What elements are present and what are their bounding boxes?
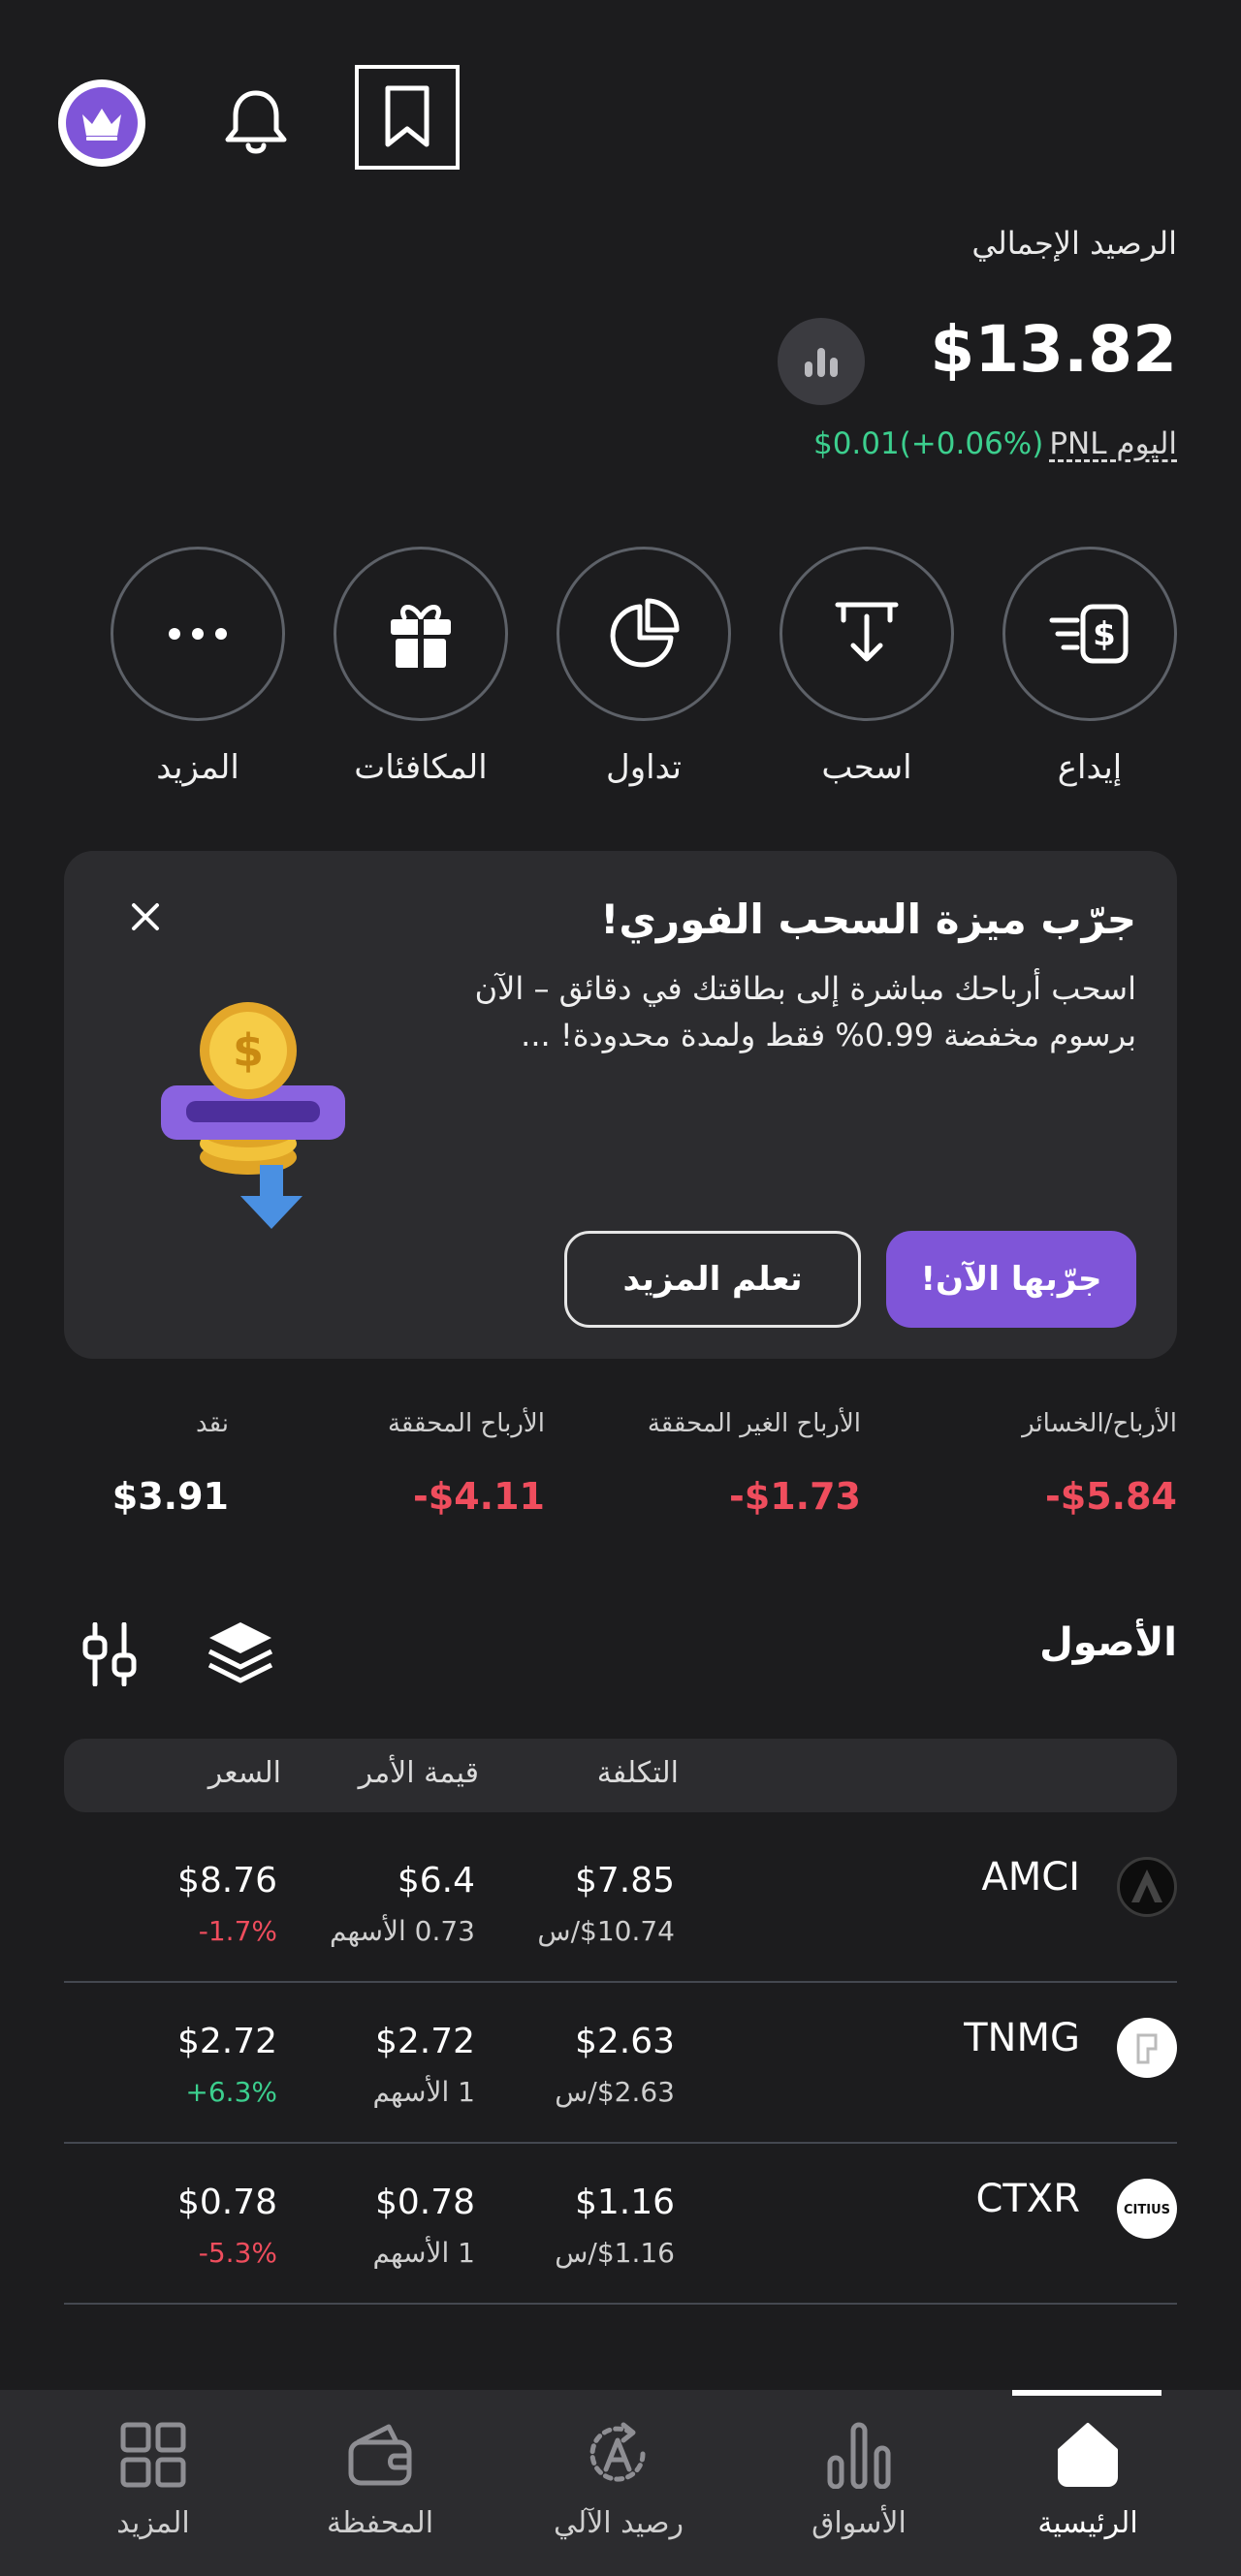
more-actions-button[interactable] [111,547,285,721]
nav-markets[interactable]: الأسواق [762,2390,956,2576]
unrealized-pnl-value: -$1.73 [729,1475,861,1518]
withdraw-label: اسحب [821,748,912,787]
daily-pnl[interactable]: $0.01(+0.06%) PNL اليوم [813,426,1177,461]
asset-ticker: AMCI [981,1855,1080,1900]
nav-auto-balance-label: رصيد الآلي [554,2506,684,2540]
withdraw-icon [835,602,899,662]
nav-wallet[interactable]: المحفظة [283,2390,477,2576]
cash-value: $3.91 [111,1475,229,1518]
asset-cost-per-share: $10.74/س [537,1915,675,1947]
bookmark-icon [385,85,430,147]
asset-shares: 1 الأسهم [372,2076,475,2108]
asset-cost-per-share: $2.63/س [555,2076,675,2108]
total-balance-value: $13.82 [930,312,1177,387]
pnl-total-label: الأرباح/الخسائر [1022,1409,1177,1438]
gift-icon [391,605,451,668]
assets-table-header: التكلفة قيمة الأمر السعر [64,1739,1177,1812]
trade-label: تداول [606,748,682,787]
asset-shares: 1 الأسهم [372,2237,475,2269]
ctxr-logo: CITIUS [1117,2179,1177,2239]
asset-price: $0.78 [176,2183,277,2222]
cost-column-header: التكلفة [596,1756,679,1790]
nav-home-label: الرئيسية [1037,2506,1138,2540]
asset-price: $2.72 [176,2022,277,2061]
crown-icon [66,87,138,159]
asset-shares: 0.73 الأسهم [330,1915,475,1947]
bar-chart-icon [805,348,838,377]
asset-cost-per-share: $1.16/س [555,2237,675,2269]
wallet-icon [346,2421,414,2489]
svg-text:CITIUS: CITIUS [1124,2203,1170,2217]
grid-icon [119,2421,187,2489]
asset-change: -1.7% [198,1915,277,1947]
table-row[interactable]: CITIUS CTXR $1.16 $1.16/س $0.78 1 الأسهم… [64,2144,1177,2305]
table-row[interactable]: AMCI $7.85 $10.74/س $6.4 0.73 الأسهم $8.… [64,1822,1177,1983]
layers-icon[interactable] [206,1618,275,1690]
asset-order-value: $6.4 [397,1861,475,1901]
svg-text:$: $ [233,1024,264,1077]
promo-title: جرّب ميزة السحب الفوري! [600,895,1136,943]
promo-body: اسحب أرباحك مباشرة إلى بطاقتك في دقائق –… [474,970,1136,1053]
asset-change: +6.3% [185,2076,277,2108]
bottom-nav: الرئيسية الأسواق رصيد الآلي المحفظة المز… [0,2390,1241,2576]
asset-cost: $2.63 [574,2022,675,2061]
withdraw-button[interactable] [780,547,954,721]
amci-logo [1117,1857,1177,1917]
filter-sliders-icon[interactable] [81,1622,138,1686]
nav-more[interactable]: المزيد [56,2390,250,2576]
nav-home[interactable]: الرئيسية [991,2390,1185,2576]
auto-balance-icon [585,2421,652,2489]
rewards-label: المكافئات [354,748,488,787]
asset-order-value: $0.78 [374,2183,475,2222]
unrealized-pnl-label: الأرباح الغير المحققة [647,1409,861,1438]
avatar[interactable] [58,79,145,167]
deposit-button[interactable]: $ [1002,547,1177,721]
svg-text:$: $ [1093,615,1116,654]
coins-illustration: $ [151,996,355,1239]
rewards-button[interactable] [334,547,508,721]
promo-card: جرّب ميزة السحب الفوري! اسحب أرباحك مباش… [64,851,1177,1359]
close-icon[interactable] [124,895,167,938]
deposit-label: إيداع [1057,748,1123,787]
cash-label: نقد [195,1409,229,1438]
total-balance-label: الرصيد الإجمالي [971,225,1177,262]
bookmark-button[interactable] [355,65,460,170]
learn-more-button[interactable]: تعلم المزيد [564,1231,861,1328]
trade-button[interactable] [557,547,731,721]
order-value-column-header: قيمة الأمر [358,1756,479,1790]
daily-pnl-change: $0.01(+0.06%) [812,426,1044,461]
nav-wallet-label: المحفظة [326,2506,434,2540]
daily-pnl-label: PNL اليوم [1049,426,1177,461]
asset-ticker: CTXR [975,2177,1080,2221]
asset-ticker: TNMG [964,2016,1080,2060]
realized-pnl-value: -$4.11 [413,1475,545,1518]
deposit-icon: $ [1049,604,1129,664]
bell-icon[interactable] [218,85,294,159]
more-icon [169,628,227,640]
nav-markets-label: الأسواق [811,2506,907,2540]
try-now-button[interactable]: جرّبها الآن! [886,1231,1136,1328]
home-icon [1054,2421,1122,2489]
asset-order-value: $2.72 [374,2022,475,2061]
nav-more-label: المزيد [116,2506,190,2540]
table-row[interactable]: TNMG $2.63 $2.63/س $2.72 1 الأسهم $2.72 … [64,1983,1177,2144]
asset-change: -5.3% [198,2237,277,2269]
pie-chart-icon [610,598,680,668]
tnmg-logo [1117,2018,1177,2078]
nav-auto-balance[interactable]: رصيد الآلي [522,2390,716,2576]
realized-pnl-label: الأرباح المحققة [387,1409,545,1438]
asset-price: $8.76 [176,1861,277,1901]
asset-cost: $7.85 [574,1861,675,1901]
asset-cost: $1.16 [574,2183,675,2222]
price-column-header: السعر [207,1756,281,1790]
assets-title: الأصول [1039,1620,1177,1665]
balance-chart-button[interactable] [778,318,865,405]
more-label: المزيد [156,748,239,787]
markets-icon [826,2421,892,2489]
pnl-total-value: -$5.84 [1045,1475,1177,1518]
